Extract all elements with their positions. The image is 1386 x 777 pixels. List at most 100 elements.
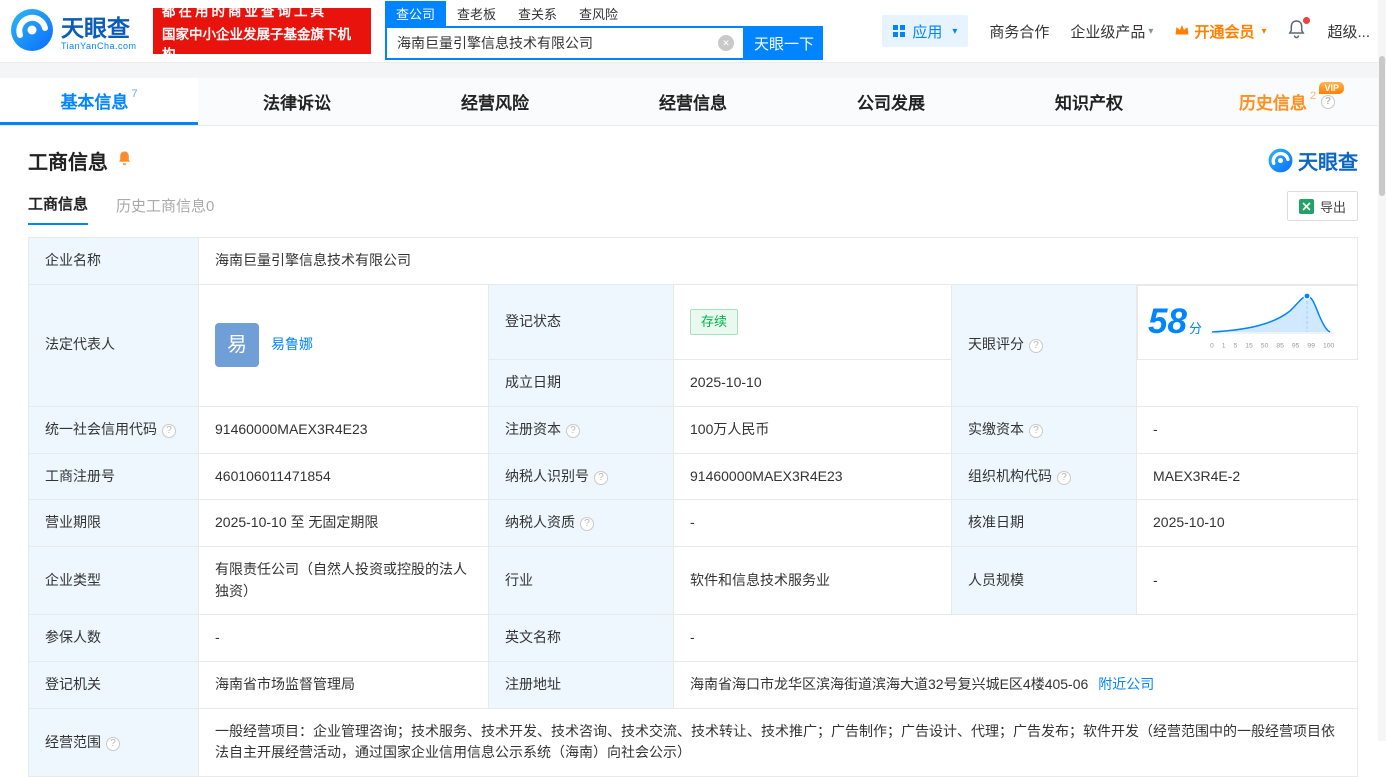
tianyancha-logo-icon	[10, 8, 54, 57]
tab-label: 基本信息	[60, 92, 129, 112]
help-icon: ?	[580, 517, 594, 532]
subtab-business-info[interactable]: 工商信息	[28, 193, 89, 225]
field-label: 经营范围	[45, 733, 101, 750]
table-row: 营业期限 2025-10-10 至 无固定期限 纳税人资质? - 核准日期 20…	[28, 499, 1358, 548]
credit-code: 91460000MAEX3R4E23	[215, 420, 368, 437]
scrollbar-thumb[interactable]	[1379, 56, 1385, 196]
tab-operation-info[interactable]: 经营信息	[594, 78, 792, 125]
clear-search-icon[interactable]: ✕	[718, 35, 734, 51]
search-tab-risk[interactable]: 查风险	[568, 1, 629, 26]
tab-label: 法律诉讼	[263, 94, 331, 113]
apps-label: 应用	[912, 23, 943, 41]
tab-company-development[interactable]: 公司发展	[792, 78, 990, 125]
subtab-history-business-info[interactable]: 历史工商信息0	[116, 195, 214, 225]
search-tab-boss[interactable]: 查老板	[446, 1, 507, 26]
paid-in-capital: -	[1153, 420, 1158, 437]
help-icon: ?	[1029, 423, 1043, 438]
promo-line2: 国家中小企业发展子基金旗下机构	[162, 26, 351, 62]
notification-dot	[1303, 16, 1311, 24]
legal-rep-link[interactable]: 易鲁娜	[271, 334, 313, 356]
registered-address: 海南省海口市龙华区滨海街道滨海大道32号复兴城E区4楼405-06	[690, 676, 1089, 693]
tab-count: 7	[131, 88, 138, 100]
enterprise-product-label: 企业级产品	[1070, 23, 1146, 41]
promo-line1: 都在用的商业查询工具	[162, 3, 327, 19]
tab-operation-risk[interactable]: 经营风险	[396, 78, 594, 125]
field-label: 天眼评分	[968, 336, 1024, 353]
search-button[interactable]: 天眼一下	[745, 26, 823, 60]
registration-authority: 海南省市场监督管理局	[215, 676, 355, 693]
section-title: 工商信息	[28, 152, 108, 174]
help-icon: ?	[566, 423, 580, 438]
field-label: 登记状态	[505, 313, 561, 330]
legal-rep-avatar: 易	[215, 323, 259, 368]
export-label: 导出	[1319, 199, 1346, 215]
industry: 软件和信息技术服务业	[690, 571, 830, 588]
field-label: 人员规模	[968, 571, 1024, 588]
tianyancha-watermark: 天眼查	[1268, 146, 1358, 175]
field-label: 企业名称	[45, 252, 101, 268]
help-icon: ?	[1057, 470, 1071, 485]
tianyancha-watermark-icon	[1268, 148, 1293, 173]
search-tab-company[interactable]: 查公司	[385, 1, 447, 26]
logo-title: 天眼查	[61, 14, 130, 41]
search-tabs: 查公司 查老板 查关系 查风险	[385, 1, 823, 26]
top-header: 天眼查 TianYanCha.com 都在用的商业查询工具 国家中小企业发展子基…	[0, 0, 1386, 62]
search-tab-relation[interactable]: 查关系	[507, 1, 568, 26]
page-band	[0, 62, 1386, 78]
scrollbar[interactable]	[1378, 0, 1386, 741]
help-icon: ?	[594, 470, 608, 485]
notifications-bell[interactable]	[1287, 16, 1311, 44]
company-nav-tabs: 基本信息 7 法律诉讼 经营风险 经营信息 公司发展 知识产权 VIP 历史信息…	[0, 78, 1386, 126]
table-row: 工商注册号 460106011471854 纳税人识别号? 91460000MA…	[28, 452, 1358, 501]
excel-icon	[1298, 198, 1314, 214]
link-business-coop[interactable]: 商务合作	[989, 21, 1049, 42]
table-row: 企业名称 海南巨量引擎信息技术有限公司	[28, 237, 1358, 285]
field-label: 注册地址	[505, 676, 561, 693]
table-row: 企业类型 有限责任公司（自然人投资或控股的法人独资） 行业 软件和信息技术服务业…	[28, 546, 1358, 616]
apps-menu[interactable]: 应用 ▾	[882, 15, 969, 47]
table-row: 登记机关 海南省市场监督管理局 注册地址 海南省海口市龙华区滨海街道滨海大道32…	[28, 661, 1358, 709]
header-right: 应用 ▾ 商务合作 企业级产品 ▾ 开通会员 ▾ 超级...	[882, 0, 1370, 62]
field-label: 工商注册号	[45, 467, 115, 484]
field-label: 行业	[505, 571, 533, 588]
vip-badge: VIP	[1319, 82, 1344, 94]
company-name: 海南巨量引擎信息技术有限公司	[215, 252, 411, 268]
nearby-companies-link[interactable]: 附近公司	[1098, 676, 1154, 692]
taxpayer-quality: -	[690, 514, 695, 531]
tianyancha-logo[interactable]: 天眼查 TianYanCha.com	[10, 8, 137, 57]
tab-label: 经营信息	[659, 94, 727, 113]
business-info-table: 企业名称 海南巨量引擎信息技术有限公司 法定代表人 易 易鲁娜 登记状态 存续 …	[28, 237, 1358, 777]
score-distribution-chart: 0 1 5 15 50 85 95 99 100	[1209, 292, 1335, 353]
search-input[interactable]	[387, 35, 702, 51]
business-coop-label: 商务合作	[989, 23, 1050, 41]
help-icon: ?	[162, 423, 176, 438]
business-term: 2025-10-10 至 无固定期限	[215, 514, 379, 531]
tianyan-score: 58	[1148, 302, 1187, 342]
approval-date: 2025-10-10	[1153, 514, 1225, 531]
taxpayer-id: 91460000MAEX3R4E23	[690, 467, 843, 484]
tab-label: 知识产权	[1055, 94, 1123, 113]
score-unit: 分	[1188, 321, 1202, 337]
field-label: 法定代表人	[45, 336, 115, 353]
join-vip-button[interactable]: 开通会员 ▾	[1174, 21, 1266, 42]
establish-date: 2025-10-10	[690, 374, 762, 391]
link-enterprise-product[interactable]: 企业级产品 ▾	[1070, 21, 1153, 42]
tab-legal-litigation[interactable]: 法律诉讼	[198, 78, 396, 125]
watermark-label: 天眼查	[1298, 152, 1358, 174]
field-label: 企业类型	[45, 571, 101, 588]
export-button[interactable]: 导出	[1286, 191, 1358, 221]
field-label: 营业期限	[45, 514, 101, 531]
tab-intellectual-property[interactable]: 知识产权	[990, 78, 1188, 125]
field-label: 核准日期	[968, 514, 1024, 531]
tab-basic-info[interactable]: 基本信息 7	[0, 78, 198, 125]
staff-size: -	[1153, 571, 1158, 588]
join-vip-label: 开通会员	[1194, 23, 1255, 41]
english-name: -	[690, 629, 695, 646]
company-type: 有限责任公司（自然人投资或控股的法人独资）	[215, 561, 467, 599]
field-label: 纳税人识别号	[505, 467, 589, 484]
score-chart-ticks: 0 1 5 15 50 85 95 99 100	[1209, 342, 1335, 350]
table-row: 法定代表人 易 易鲁娜 登记状态 存续 天眼评分? 58 分 0 1 5 15 …	[28, 283, 1358, 407]
tab-history-info[interactable]: VIP 历史信息 2 ?	[1188, 78, 1386, 125]
subscribe-bell-icon[interactable]	[116, 150, 133, 172]
user-menu[interactable]: 超级...	[1327, 21, 1370, 42]
